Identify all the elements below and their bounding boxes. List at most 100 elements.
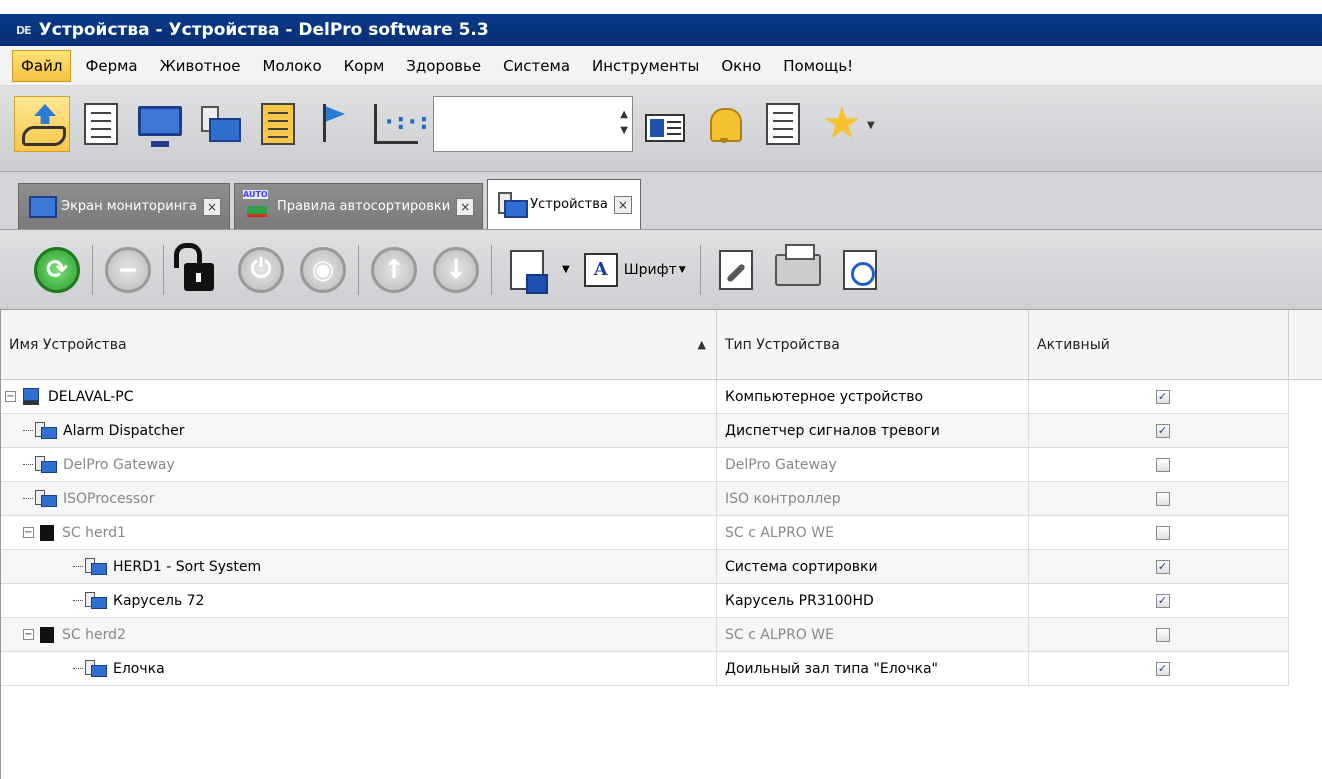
refresh-icon: ⟳ <box>34 246 80 293</box>
font-button[interactable]: A Шрифт ▼ <box>583 243 686 297</box>
device-type-cell[interactable]: DelPro Gateway <box>717 448 1029 482</box>
favorites-dropdown-icon[interactable]: ▼ <box>867 120 875 131</box>
table-row[interactable]: HERD1 - Sort System Система сортировки ✓ <box>1 550 1322 584</box>
tab-monitoring[interactable]: Экран мониторинга × <box>18 183 231 229</box>
tab-autosort-rules[interactable]: Правила автосортировки × <box>234 183 484 229</box>
device-button[interactable] <box>191 96 247 152</box>
table-row[interactable]: Alarm Dispatcher Диспетчер сигналов трево… <box>1 414 1322 448</box>
menu-health[interactable]: Здоровье <box>398 51 489 81</box>
table-row[interactable]: − DELAVAL-PC Компьютерное устройство ✓ <box>1 380 1322 414</box>
export-button[interactable] <box>500 243 554 297</box>
device-name-cell[interactable]: Елочка <box>1 652 717 686</box>
device-name-cell[interactable]: − DELAVAL-PC <box>1 380 717 414</box>
menu-farm[interactable]: Ферма <box>77 51 145 81</box>
device-icon <box>85 557 107 576</box>
print-button[interactable] <box>771 243 825 297</box>
device-type-cell[interactable]: Доильный зал типа "Елочка" <box>717 652 1029 686</box>
device-name-cell[interactable]: Alarm Dispatcher <box>1 414 717 448</box>
hand-arrow-button[interactable] <box>14 96 70 152</box>
active-checkbox[interactable]: ✓ <box>1155 593 1170 608</box>
hand-doc-button[interactable] <box>73 96 129 152</box>
hand-bell-button[interactable] <box>696 96 752 152</box>
toolbar-separator <box>358 244 359 295</box>
search-input[interactable] <box>434 97 604 151</box>
monitor-home-button[interactable] <box>132 96 188 152</box>
table-row[interactable]: ISOProcessor ISO контроллер <box>1 482 1322 516</box>
device-type-cell[interactable]: Система сортировки <box>717 550 1029 584</box>
device-type-cell[interactable]: ISO контроллер <box>717 482 1029 516</box>
move-up-button[interactable]: ↑ <box>367 243 421 297</box>
collapse-icon[interactable]: − <box>23 527 34 538</box>
active-checkbox[interactable]: ✓ <box>1155 559 1170 574</box>
active-cell: ✓ <box>1029 584 1289 618</box>
device-type-cell[interactable]: Карусель PR3100HD <box>717 584 1029 618</box>
power-button[interactable]: ⏻ <box>234 243 288 297</box>
active-checkbox[interactable] <box>1155 627 1170 642</box>
collapse-icon[interactable]: − <box>5 391 16 402</box>
close-icon[interactable]: × <box>203 197 222 216</box>
monitor-home-icon <box>27 194 57 220</box>
device-name-cell[interactable]: ISOProcessor <box>1 482 717 516</box>
close-icon[interactable]: × <box>456 197 475 216</box>
move-down-button[interactable]: ↓ <box>429 243 483 297</box>
device-name-cell[interactable]: − SC herd1 <box>1 516 717 550</box>
active-checkbox[interactable]: ✓ <box>1155 661 1170 676</box>
active-checkbox[interactable] <box>1155 457 1170 472</box>
menu-milk[interactable]: Молоко <box>255 51 330 81</box>
tab-devices[interactable]: Устройства × <box>487 179 641 229</box>
menu-tools[interactable]: Инструменты <box>584 51 707 81</box>
device-name-cell[interactable]: − SC herd2 <box>1 618 717 652</box>
menu-help[interactable]: Помощь! <box>775 51 861 81</box>
favorites-button[interactable]: ★ <box>814 96 870 152</box>
table-row[interactable]: Карусель 72 Карусель PR3100HD ✓ <box>1 584 1322 618</box>
table-row[interactable]: Елочка Доильный зал типа "Елочка" ✓ <box>1 652 1322 686</box>
flag-chart-button[interactable] <box>309 96 365 152</box>
menu-feed[interactable]: Корм <box>336 51 393 81</box>
settings-button[interactable] <box>709 243 763 297</box>
table-row[interactable]: DelPro Gateway DelPro Gateway <box>1 448 1322 482</box>
column-header-name[interactable]: Имя Устройства ▲ <box>1 310 717 379</box>
active-checkbox[interactable]: ✓ <box>1155 389 1170 404</box>
device-name: DELAVAL-PC <box>48 388 134 405</box>
table-row[interactable]: − SC herd2 SC с ALPRO WE <box>1 618 1322 652</box>
menu-file[interactable]: Файл <box>12 49 72 82</box>
arrow-down-icon: ↓ <box>433 246 479 293</box>
refresh-button[interactable]: ⟳ <box>30 243 84 297</box>
scatter-chart-button[interactable] <box>368 96 431 152</box>
active-checkbox[interactable] <box>1155 525 1170 540</box>
menu-animal[interactable]: Животное <box>152 51 249 81</box>
table-row[interactable]: − SC herd1 SC с ALPRO WE <box>1 516 1322 550</box>
active-cell: ✓ <box>1029 380 1289 414</box>
bell-doc-button[interactable] <box>755 96 811 152</box>
device-type-cell[interactable]: SC с ALPRO WE <box>717 516 1029 550</box>
device-name: DelPro Gateway <box>63 456 175 473</box>
collapse-icon[interactable]: − <box>23 629 34 640</box>
column-header-type[interactable]: Тип Устройства <box>717 310 1029 379</box>
hand-doc-yellow-button[interactable] <box>250 96 306 152</box>
search-box[interactable]: ▲ ▼ <box>433 96 633 152</box>
device-name-cell[interactable]: Карусель 72 <box>1 584 717 618</box>
close-icon[interactable]: × <box>613 195 632 214</box>
active-checkbox[interactable] <box>1155 491 1170 506</box>
card-button[interactable] <box>637 96 693 152</box>
menu-window[interactable]: Окно <box>713 51 769 81</box>
device-type-cell[interactable]: Диспетчер сигналов тревоги <box>717 414 1029 448</box>
controller-icon <box>40 626 54 643</box>
device-name-cell[interactable]: HERD1 - Sort System <box>1 550 717 584</box>
column-header-label: Активный <box>1037 336 1110 353</box>
device-type-cell[interactable]: Компьютерное устройство <box>717 380 1029 414</box>
device-type-cell[interactable]: SC с ALPRO WE <box>717 618 1029 652</box>
hand-arrow-icon <box>20 102 66 146</box>
device-type: Система сортировки <box>725 558 878 575</box>
device-type: SC с ALPRO WE <box>725 626 834 643</box>
active-checkbox[interactable]: ✓ <box>1155 423 1170 438</box>
unlock-button[interactable] <box>172 242 226 297</box>
menu-system[interactable]: Система <box>495 51 578 81</box>
device-name-cell[interactable]: DelPro Gateway <box>1 448 717 482</box>
export-dropdown-icon[interactable]: ▼ <box>562 264 570 275</box>
column-header-active[interactable]: Активный <box>1029 310 1289 379</box>
remove-button[interactable]: − <box>101 243 155 297</box>
spin-arrows-icon[interactable]: ▲ ▼ <box>620 107 628 139</box>
standby-button[interactable]: ◉ <box>296 243 350 297</box>
print-preview-button[interactable] <box>833 243 887 297</box>
